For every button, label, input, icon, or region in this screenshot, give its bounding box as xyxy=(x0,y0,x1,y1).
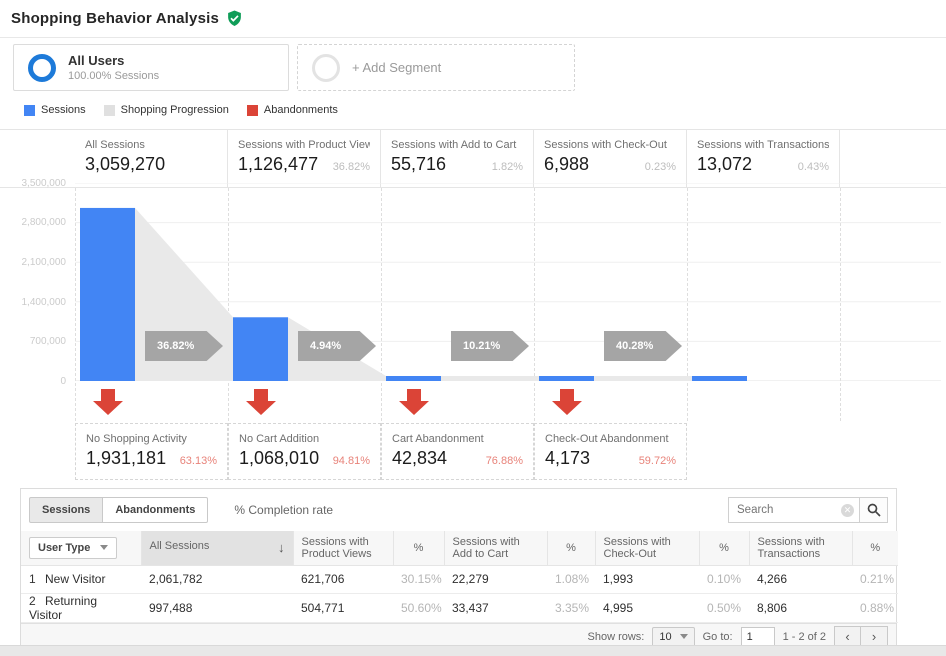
table-tabs-bar: Sessions Abandonments % Completion rate … xyxy=(21,489,896,531)
add-segment-label: + Add Segment xyxy=(352,60,441,75)
table-row: 2Returning Visitor 997,488 504,771 50.60… xyxy=(21,593,898,622)
product-views-pct: 30.15% xyxy=(393,565,444,593)
progression-arrow-3: 10.21% xyxy=(451,331,529,361)
column-header-user-type[interactable]: User Type xyxy=(21,531,141,565)
segment-ring-icon xyxy=(28,54,56,82)
add-segment-button[interactable]: + Add Segment xyxy=(297,44,575,91)
data-table-widget: Sessions Abandonments % Completion rate … xyxy=(20,488,897,651)
abandon-no-shopping-activity: No Shopping Activity 1,931,18163.13% xyxy=(75,423,228,480)
progression-arrow-2: 4.94% xyxy=(298,331,376,361)
page-bottom-strip xyxy=(0,645,946,656)
product-views-pct: 50.60% xyxy=(393,593,444,622)
column-header-percent[interactable]: % xyxy=(852,531,898,565)
transactions-value: 4,266 xyxy=(749,565,852,593)
column-header-all-sessions[interactable]: All Sessions↓ xyxy=(141,531,293,565)
y-axis-tick: 2,800,000 xyxy=(0,217,66,228)
pagination-range: 1 - 2 of 2 xyxy=(783,631,826,643)
goto-page-input[interactable] xyxy=(741,627,775,647)
shopping-behavior-page: Shopping Behavior Analysis All Users 100… xyxy=(0,0,946,656)
sort-descending-icon[interactable]: ↓ xyxy=(278,540,285,555)
y-axis-tick: 0 xyxy=(0,376,66,387)
legend-progression-swatch-icon xyxy=(104,105,115,116)
user-type-value: New Visitor xyxy=(45,572,105,586)
segment-name: All Users xyxy=(68,53,159,68)
stage-add-to-cart: Sessions with Add to Cart 55,7161.82% xyxy=(381,130,534,188)
column-header-percent[interactable]: % xyxy=(547,531,595,565)
show-rows-label: Show rows: xyxy=(588,631,645,643)
transactions-value: 8,806 xyxy=(749,593,852,622)
table-header-row: User Type All Sessions↓ Sessions with Pr… xyxy=(21,531,898,565)
progression-arrow-1: 36.82% xyxy=(145,331,223,361)
product-views-value: 504,771 xyxy=(293,593,393,622)
y-axis-tick: 3,500,000 xyxy=(0,178,66,189)
segment-all-users[interactable]: All Users 100.00% Sessions xyxy=(13,44,289,91)
check-out-pct: 0.50% xyxy=(699,593,749,622)
legend-sessions-swatch-icon xyxy=(24,105,35,116)
tab-sessions[interactable]: Sessions xyxy=(29,497,103,523)
product-views-value: 621,706 xyxy=(293,565,393,593)
chart-legend: Sessions Shopping Progression Abandonmen… xyxy=(24,104,338,116)
column-header-add-to-cart[interactable]: Sessions with Add to Cart xyxy=(444,531,547,565)
show-rows-select[interactable]: 10 xyxy=(652,627,694,647)
clear-search-icon[interactable]: ✕ xyxy=(841,504,854,517)
legend-sessions: Sessions xyxy=(24,104,86,116)
abandon-cart-abandonment: Cart Abandonment 42,83476.88% xyxy=(381,423,534,480)
abandonment-down-arrow-icon xyxy=(245,389,277,416)
search-icon xyxy=(867,503,881,517)
column-header-check-out[interactable]: Sessions with Check-Out xyxy=(595,531,699,565)
transactions-pct: 0.21% xyxy=(852,565,898,593)
legend-abandonments-swatch-icon xyxy=(247,105,258,116)
add-to-cart-pct: 1.08% xyxy=(547,565,595,593)
stage-product-views: Sessions with Product Views 1,126,47736.… xyxy=(228,130,381,188)
page-title: Shopping Behavior Analysis xyxy=(11,10,219,27)
add-to-cart-value: 33,437 xyxy=(444,593,547,622)
abandon-check-out-abandonment: Check-Out Abandonment 4,17359.72% xyxy=(534,423,687,480)
check-out-value: 4,995 xyxy=(595,593,699,622)
transactions-pct: 0.88% xyxy=(852,593,898,622)
y-axis-tick: 1,400,000 xyxy=(0,297,66,308)
abandonment-down-arrow-icon xyxy=(398,389,430,416)
check-out-value: 1,993 xyxy=(595,565,699,593)
search-box: ✕ xyxy=(728,497,860,523)
abandonment-down-arrow-icon xyxy=(92,389,124,416)
check-out-pct: 0.10% xyxy=(699,565,749,593)
y-axis-tick: 2,100,000 xyxy=(0,257,66,268)
column-header-percent[interactable]: % xyxy=(393,531,444,565)
stage-check-out: Sessions with Check-Out 6,9880.23% xyxy=(534,130,687,188)
progression-arrow-4: 40.28% xyxy=(604,331,682,361)
goto-label: Go to: xyxy=(703,631,733,643)
abandon-no-cart-addition: No Cart Addition 1,068,01094.81% xyxy=(228,423,381,480)
segment-detail: 100.00% Sessions xyxy=(68,70,159,82)
title-bar: Shopping Behavior Analysis xyxy=(0,0,946,38)
stage-all-sessions: All Sessions 3,059,270 xyxy=(75,130,228,188)
table-row: 1New Visitor 2,061,782 621,706 30.15% 22… xyxy=(21,565,898,593)
add-to-cart-value: 22,279 xyxy=(444,565,547,593)
column-header-product-views[interactable]: Sessions with Product Views xyxy=(293,531,393,565)
search-input[interactable] xyxy=(737,504,841,516)
verified-shield-icon xyxy=(226,10,243,27)
tab-abandonments[interactable]: Abandonments xyxy=(102,497,208,523)
chevron-down-icon xyxy=(680,634,688,639)
column-header-transactions[interactable]: Sessions with Transactions xyxy=(749,531,852,565)
legend-shopping-progression: Shopping Progression xyxy=(104,104,229,116)
tab-completion-rate[interactable]: % Completion rate xyxy=(234,503,333,517)
all-sessions-value: 2,061,782 xyxy=(141,565,293,593)
chevron-down-icon xyxy=(100,545,108,550)
column-header-percent[interactable]: % xyxy=(699,531,749,565)
stage-transactions: Sessions with Transactions 13,0720.43% xyxy=(687,130,840,188)
funnel-stage-header-row: All Sessions 3,059,270 Sessions with Pro… xyxy=(0,129,946,188)
add-to-cart-pct: 3.35% xyxy=(547,593,595,622)
search-button[interactable] xyxy=(860,497,888,523)
add-segment-ring-icon xyxy=(312,54,340,82)
y-axis-tick: 700,000 xyxy=(0,336,66,347)
legend-abandonments: Abandonments xyxy=(247,104,338,116)
all-sessions-value: 997,488 xyxy=(141,593,293,622)
abandonment-down-arrow-icon xyxy=(551,389,583,416)
behavior-table: User Type All Sessions↓ Sessions with Pr… xyxy=(21,531,898,623)
